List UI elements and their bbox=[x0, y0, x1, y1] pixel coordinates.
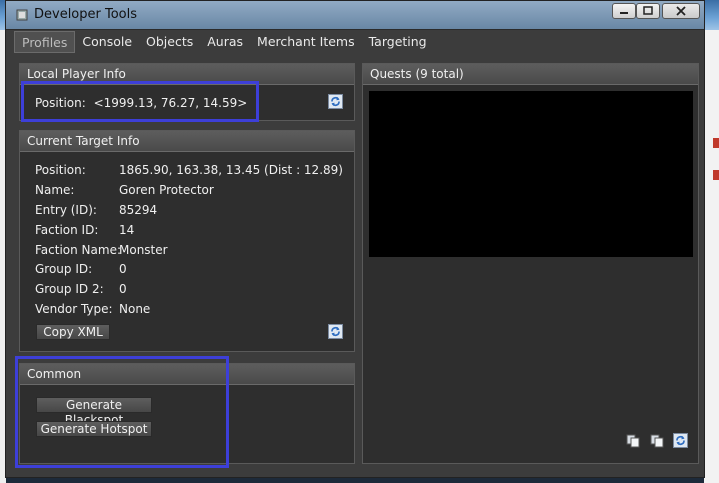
target-entry-value: 85294 bbox=[119, 203, 158, 217]
target-row: Position: 1865.90, 163.38, 13.45 (Dist :… bbox=[35, 163, 345, 179]
target-position-label: Position: bbox=[35, 163, 86, 177]
close-button[interactable] bbox=[662, 3, 700, 19]
target-row: Name: Goren Protector bbox=[35, 183, 345, 199]
local-player-position-row: Position: <1999.13, 76.27, 14.59> bbox=[35, 96, 335, 110]
window-title: Developer Tools bbox=[34, 7, 138, 22]
position-value: <1999.13, 76.27, 14.59> bbox=[93, 96, 248, 110]
quests-header: Quests (9 total) bbox=[363, 64, 698, 85]
current-target-panel: Current Target Info Position: 1865.90, 1… bbox=[19, 130, 355, 352]
tab-merchant-items[interactable]: Merchant Items bbox=[250, 31, 362, 53]
tab-profiles[interactable]: Profiles bbox=[14, 31, 76, 53]
common-header: Common bbox=[20, 364, 354, 385]
target-faction-id-label: Faction ID: bbox=[35, 223, 99, 237]
quests-list[interactable] bbox=[369, 91, 693, 257]
tab-objects[interactable]: Objects bbox=[139, 31, 200, 53]
maximize-button[interactable] bbox=[636, 3, 660, 19]
background-window-right bbox=[704, 30, 719, 483]
target-row: Vendor Type: None bbox=[35, 302, 345, 318]
target-entry-label: Entry (ID): bbox=[35, 203, 97, 217]
current-target-header: Current Target Info bbox=[20, 131, 354, 152]
close-icon bbox=[676, 6, 686, 16]
copy-xml-button[interactable]: Copy XML bbox=[36, 324, 110, 340]
developer-tools-window: Developer Tools Profiles Console Objects… bbox=[5, 0, 705, 478]
refresh-local-player-button[interactable] bbox=[328, 94, 343, 109]
target-name-value: Goren Protector bbox=[119, 183, 214, 197]
generate-blackspot-button[interactable]: Generate Blackspot bbox=[36, 397, 152, 427]
position-label: Position: bbox=[35, 96, 86, 110]
tab-auras[interactable]: Auras bbox=[200, 31, 250, 53]
target-group-id-2-label: Group ID 2: bbox=[35, 282, 104, 296]
target-group-id-value: 0 bbox=[119, 262, 127, 276]
refresh-target-button[interactable] bbox=[328, 324, 343, 339]
minimize-button[interactable] bbox=[612, 3, 636, 19]
app-icon bbox=[16, 9, 28, 21]
target-faction-name-value: Monster bbox=[119, 243, 168, 257]
refresh-icon bbox=[676, 436, 685, 445]
title-bar[interactable]: Developer Tools bbox=[6, 1, 704, 30]
tab-targeting[interactable]: Targeting bbox=[362, 31, 434, 53]
copy-icon[interactable] bbox=[626, 434, 640, 448]
minimize-icon bbox=[620, 12, 628, 14]
refresh-icon bbox=[331, 327, 340, 336]
local-player-panel: Local Player Info Position: <1999.13, 76… bbox=[19, 63, 355, 121]
target-row: Group ID: 0 bbox=[35, 262, 345, 278]
common-panel: Common Generate Blackspot Generate Hotsp… bbox=[19, 363, 355, 464]
target-group-id-label: Group ID: bbox=[35, 262, 93, 276]
target-row: Faction ID: 14 bbox=[35, 223, 345, 239]
tab-console[interactable]: Console bbox=[75, 31, 139, 53]
refresh-icon bbox=[331, 97, 340, 106]
target-vendor-type-value: None bbox=[119, 302, 151, 316]
refresh-quests-button[interactable] bbox=[673, 433, 688, 448]
target-group-id-2-value: 0 bbox=[119, 282, 127, 296]
paste-icon[interactable] bbox=[650, 434, 664, 448]
generate-hotspot-button[interactable]: Generate Hotspot bbox=[36, 421, 152, 437]
target-faction-name-label: Faction Name: bbox=[35, 243, 121, 257]
target-row: Faction Name: Monster bbox=[35, 243, 345, 259]
target-row: Entry (ID): 85294 bbox=[35, 203, 345, 219]
target-faction-id-value: 14 bbox=[119, 223, 135, 237]
target-position-value: 1865.90, 163.38, 13.45 (Dist : 12.89) bbox=[119, 163, 343, 177]
local-player-header: Local Player Info bbox=[20, 64, 354, 85]
quests-panel: Quests (9 total) bbox=[362, 63, 699, 464]
target-vendor-type-label: Vendor Type: bbox=[35, 302, 113, 316]
target-row: Group ID 2: 0 bbox=[35, 282, 345, 298]
target-name-label: Name: bbox=[35, 183, 75, 197]
tab-bar: Profiles Console Objects Auras Merchant … bbox=[14, 31, 434, 53]
background-marker bbox=[713, 138, 719, 148]
maximize-icon bbox=[643, 6, 653, 15]
background-marker bbox=[713, 170, 719, 180]
